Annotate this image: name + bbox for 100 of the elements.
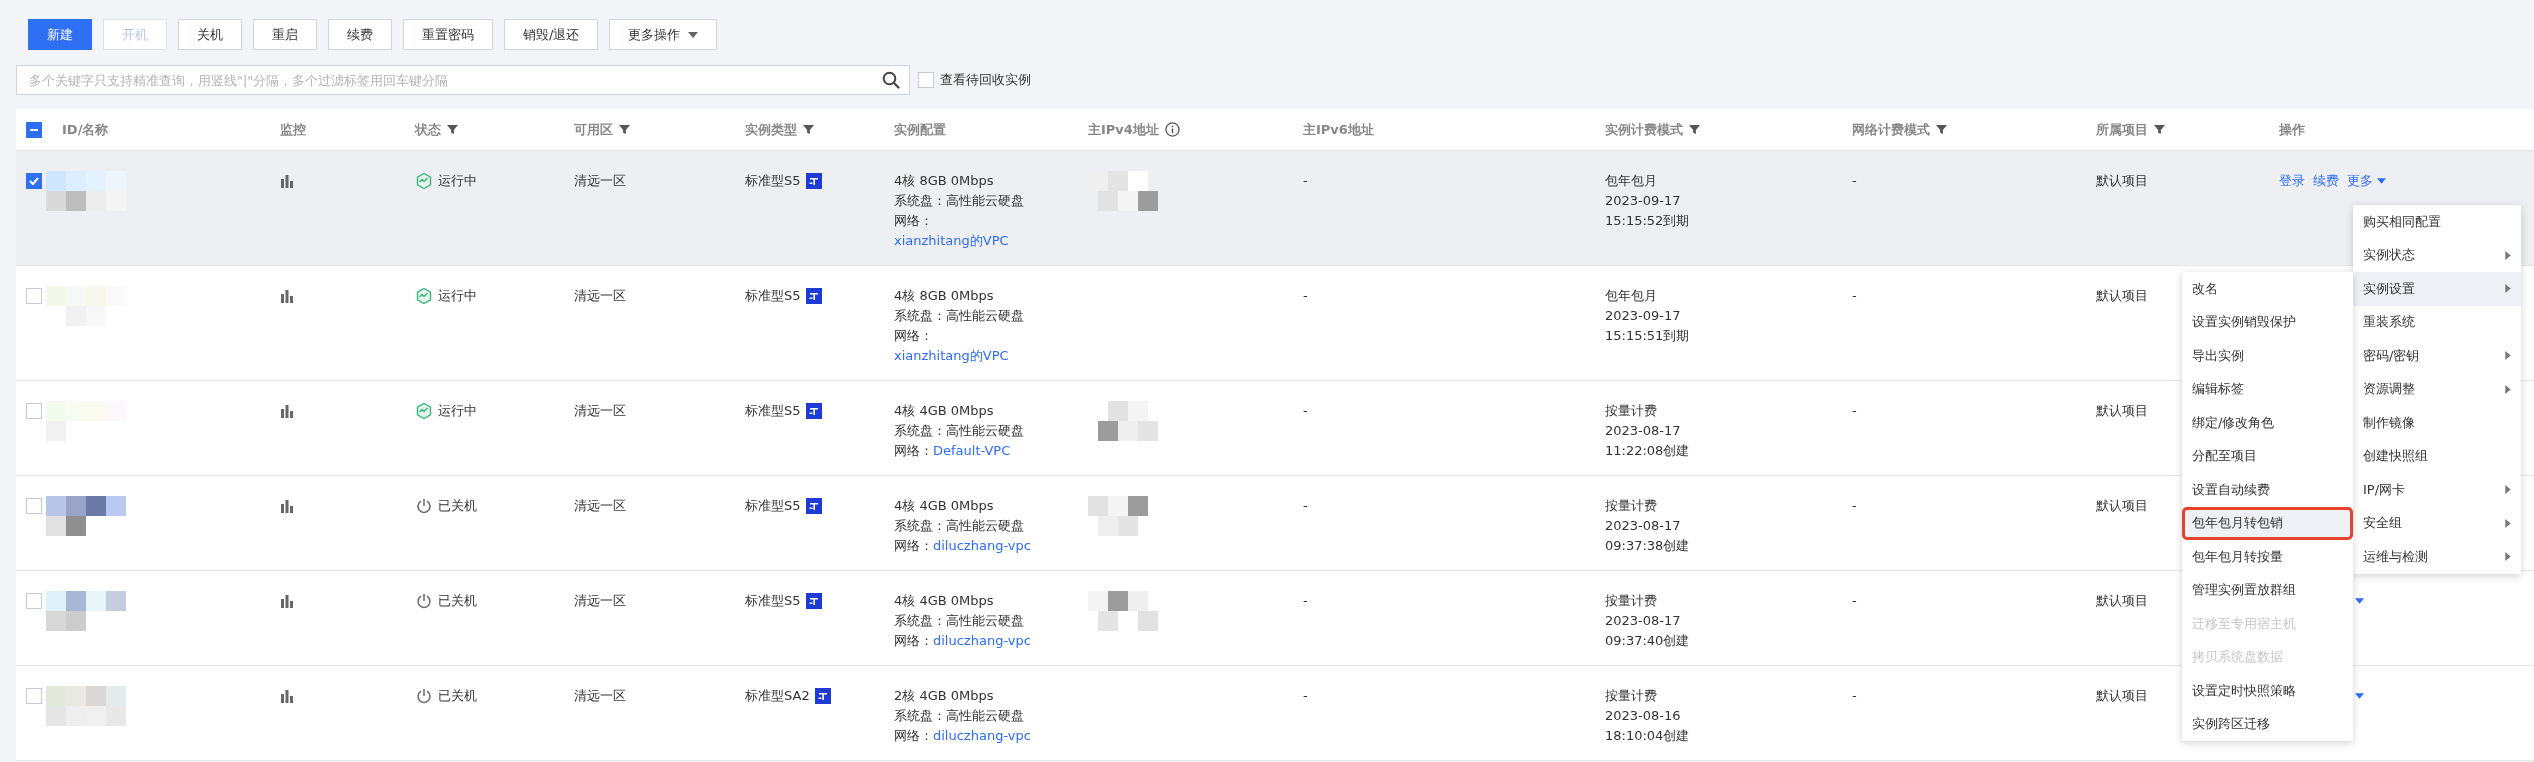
project-text: 默认项目 [2096, 498, 2148, 513]
row-checkbox[interactable] [26, 288, 42, 304]
toolbar-button[interactable]: 关机 [178, 19, 242, 50]
zone-text: 清远一区 [574, 288, 626, 303]
project-text: 默认项目 [2096, 403, 2148, 418]
menu-item[interactable]: 绑定/修改角色 [2182, 406, 2353, 440]
billing-text: 18:10:04创建 [1605, 727, 1690, 745]
menu-item[interactable]: 制作镜像 [2353, 406, 2521, 440]
checkbox-label[interactable]: 查看待回收实例 [940, 71, 1031, 89]
zone-text: 清远一区 [574, 593, 626, 608]
search-icon[interactable] [882, 71, 900, 89]
menu-item[interactable]: 购买相同配置 [2353, 205, 2521, 239]
row-checkbox[interactable] [26, 403, 42, 419]
network-link[interactable]: diluczhang-vpc [933, 726, 1031, 746]
network-link[interactable]: xianzhitang的VPC [894, 231, 1009, 251]
caret-icon[interactable] [2355, 598, 2364, 604]
billing-text: 2023-09-17 [1605, 192, 1681, 210]
toolbar-button[interactable]: 续费 [328, 19, 392, 50]
bar-chart-icon[interactable] [280, 499, 294, 513]
instance-type-text: 标准型S5 [745, 402, 801, 420]
project-text: 默认项目 [2096, 688, 2148, 703]
network-link[interactable]: Default-VPC [933, 441, 1011, 461]
menu-item[interactable]: 运维与检测 [2353, 540, 2521, 574]
ipv6-text: - [1303, 288, 1308, 303]
select-all-checkbox[interactable] [26, 121, 42, 138]
billing-text: 11:22:08创建 [1605, 442, 1690, 460]
action-link[interactable]: 续费 [2313, 171, 2339, 191]
network-label: 网络： [894, 212, 933, 230]
toolbar-button[interactable]: 销毁/退还 [504, 19, 599, 50]
billing-text: 按量计费 [1605, 402, 1657, 420]
status-text: 已关机 [438, 592, 477, 610]
bar-chart-icon[interactable] [280, 174, 294, 188]
status-text: 运行中 [438, 287, 477, 305]
menu-item[interactable]: 重装系统 [2353, 305, 2521, 339]
instance-type-text: 标准型SA2 [745, 687, 810, 705]
filter-icon[interactable] [1936, 124, 1947, 135]
spec-text: 4核 4GB 0Mbps [894, 402, 994, 420]
row-checkbox[interactable] [26, 173, 42, 189]
disk-text: 系统盘：高性能云硬盘 [894, 307, 1024, 325]
toolbar-button[interactable]: 重置密码 [403, 19, 493, 50]
filter-icon[interactable] [803, 124, 814, 135]
menu-item[interactable]: 包年包月转包销 [2182, 506, 2353, 540]
bar-chart-icon[interactable] [280, 404, 294, 418]
menu-item[interactable]: 设置定时快照策略 [2182, 674, 2353, 708]
column-header: 主IPv4地址 [1088, 120, 1159, 139]
bar-chart-icon[interactable] [280, 289, 294, 303]
menu-item[interactable]: IP/网卡 [2353, 473, 2521, 507]
status-text: 已关机 [438, 687, 477, 705]
action-link[interactable]: 更多 [2347, 171, 2373, 191]
ipv6-text: - [1303, 593, 1308, 608]
toolbar-button[interactable]: 重启 [253, 19, 317, 50]
menu-item[interactable]: 安全组 [2353, 506, 2521, 540]
status-text: 运行中 [438, 402, 477, 420]
toolbar-button[interactable]: 更多操作 [609, 19, 718, 50]
filter-icon[interactable] [1689, 124, 1700, 135]
caret-icon[interactable] [2377, 178, 2386, 184]
network-link[interactable]: xianzhitang的VPC [894, 346, 1009, 366]
zone-text: 清远一区 [574, 498, 626, 513]
row-checkbox[interactable] [26, 688, 42, 704]
menu-item[interactable]: 设置实例销毁保护 [2182, 305, 2353, 339]
instance-type-text: 标准型S5 [745, 592, 801, 610]
menu-item[interactable]: 创建快照组 [2353, 439, 2521, 473]
menu-item[interactable]: 设置自动续费 [2182, 473, 2353, 507]
bar-chart-icon[interactable] [280, 689, 294, 703]
info-icon[interactable] [1164, 122, 1180, 137]
menu-item[interactable]: 改名 [2182, 272, 2353, 306]
menu-item[interactable]: 包年包月转按量 [2182, 540, 2353, 574]
disk-text: 系统盘：高性能云硬盘 [894, 707, 1024, 725]
instance-type-text: 标准型S5 [745, 497, 801, 515]
network-label: 网络： [894, 327, 933, 345]
menu-item[interactable]: 实例跨区迁移 [2182, 707, 2353, 741]
network-link[interactable]: diluczhang-vpc [933, 536, 1031, 556]
filter-icon[interactable] [2154, 124, 2165, 135]
zone-text: 清远一区 [574, 403, 626, 418]
network-label: 网络： [894, 727, 933, 745]
filter-icon[interactable] [447, 124, 458, 135]
checkbox[interactable] [918, 72, 934, 88]
row-checkbox[interactable] [26, 593, 42, 609]
billing-text: 按量计费 [1605, 497, 1657, 515]
menu-item[interactable]: 分配至项目 [2182, 439, 2353, 473]
network-label: 网络： [894, 537, 933, 555]
filter-icon[interactable] [619, 124, 630, 135]
search-field[interactable]: 多个关键字只支持精准查询，用竖线"|"分隔，多个过滤标签用回车键分隔 [16, 65, 910, 95]
caret-icon[interactable] [2355, 693, 2364, 699]
menu-item[interactable]: 导出实例 [2182, 339, 2353, 373]
column-header: 状态 [415, 120, 441, 139]
instance-type-text: 标准型S5 [745, 172, 801, 190]
menu-item[interactable]: 管理实例置放群组 [2182, 573, 2353, 607]
toolbar-button[interactable]: 新建 [28, 19, 92, 50]
network-billing-text: - [1852, 593, 1857, 608]
billing-text: 2023-08-17 [1605, 422, 1681, 440]
network-link[interactable]: diluczhang-vpc [933, 631, 1031, 651]
menu-item[interactable]: 实例设置 [2353, 272, 2521, 306]
column-header: 网络计费模式 [1852, 120, 1930, 139]
action-link[interactable]: 登录 [2279, 171, 2305, 191]
row-checkbox[interactable] [26, 498, 42, 514]
bar-chart-icon[interactable] [280, 594, 294, 608]
billing-text: 15:15:51到期 [1605, 327, 1690, 345]
instance-type-text: 标准型S5 [745, 287, 801, 305]
menu-item[interactable]: 密码/密钥 [2353, 339, 2521, 373]
